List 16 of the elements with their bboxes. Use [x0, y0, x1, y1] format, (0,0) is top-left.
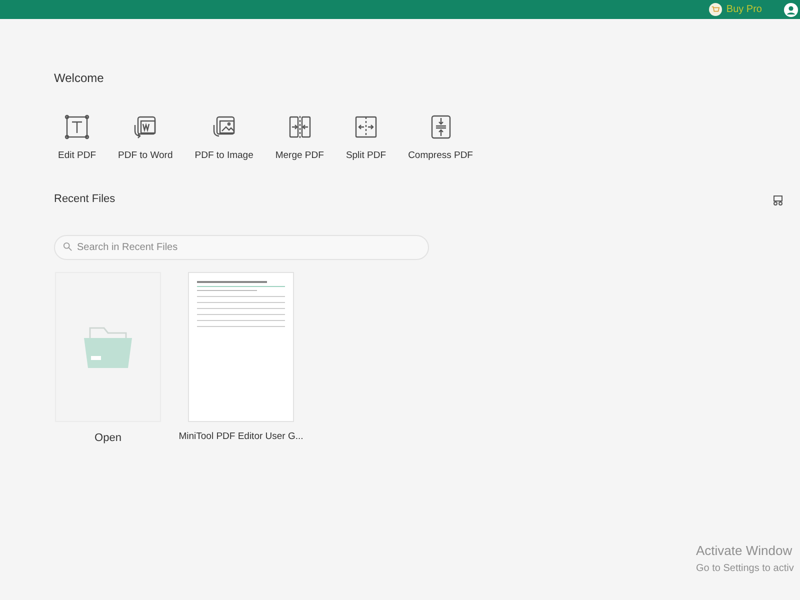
tool-button[interactable]: Split PDF — [342, 113, 390, 164]
welcome-title: Welcome — [54, 70, 105, 87]
recent-file-card[interactable]: MiniTool PDF Editor User G... — [176, 272, 306, 446]
tool-button[interactable]: Merge PDF — [271, 113, 328, 164]
folder-icon — [82, 326, 134, 368]
tool-button[interactable]: Edit PDF — [54, 113, 100, 164]
tool-button[interactable]: Compress PDF — [404, 113, 477, 164]
tool-button[interactable]: PDF to Word — [114, 113, 177, 164]
tool-button[interactable]: PDF to Image — [190, 113, 258, 164]
activation-subtitle: Go to Settings to activ — [696, 562, 794, 576]
activation-title: Activate Window — [696, 542, 794, 560]
search-icon — [63, 242, 72, 251]
recent-files-title: Recent Files — [54, 192, 116, 208]
user-avatar-icon[interactable] — [784, 2, 798, 16]
search-field[interactable]: Search in Recent Files — [54, 234, 429, 260]
text-edit-icon — [63, 113, 91, 141]
